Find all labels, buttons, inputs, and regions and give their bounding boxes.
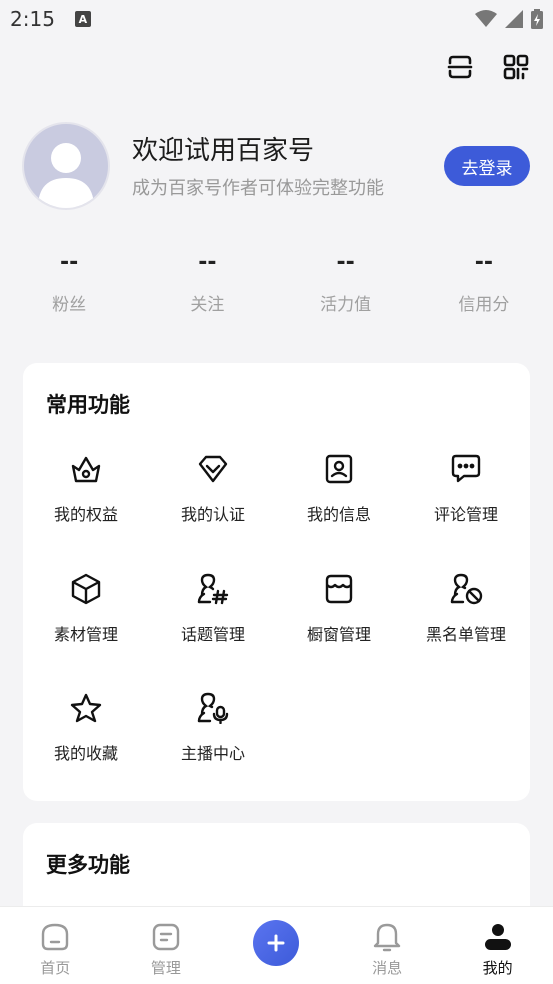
nav-mine[interactable]: 我的 <box>442 907 553 984</box>
welcome-title: 欢迎试用百家号 <box>132 136 315 166</box>
comment-icon <box>448 451 484 487</box>
function-comment-manage[interactable]: 评论管理 <box>403 451 529 541</box>
status-indicators <box>475 9 543 29</box>
status-time: 2:15 <box>10 7 55 31</box>
function-label: 话题管理 <box>180 625 245 644</box>
cube-icon <box>68 571 104 607</box>
signal-icon <box>505 10 523 28</box>
scan-icon[interactable] <box>445 52 475 82</box>
welcome-subtitle: 成为百家号作者可体验完整功能 <box>132 178 384 199</box>
function-label: 我的权益 <box>53 505 118 524</box>
user-icon <box>482 921 514 953</box>
star-icon <box>68 690 104 726</box>
nav-publish[interactable] <box>221 907 332 984</box>
nav-label: 管理 <box>150 959 181 977</box>
nav-label: 首页 <box>40 959 71 977</box>
battery-icon <box>531 9 543 29</box>
shop-icon <box>321 571 357 607</box>
avatar[interactable] <box>22 122 110 210</box>
function-label: 我的信息 <box>306 505 371 524</box>
function-blacklist-manage[interactable]: 黑名单管理 <box>403 571 529 661</box>
function-my-rights[interactable]: 我的权益 <box>23 451 149 541</box>
stat-label: 活力值 <box>320 295 372 315</box>
function-topic-manage[interactable]: 话题管理 <box>150 571 276 661</box>
notification-icon: A <box>74 11 91 27</box>
function-material-manage[interactable]: 素材管理 <box>23 571 149 661</box>
stat-fans[interactable]: -- 粉丝 <box>0 250 138 315</box>
stat-value: -- <box>336 250 355 275</box>
stat-value: -- <box>59 250 79 275</box>
top-actions <box>445 52 531 82</box>
stats-row: -- 粉丝 -- 关注 -- 活力值 -- 信用分 <box>0 250 553 315</box>
function-anchor-center[interactable]: 主播中心 <box>150 690 276 780</box>
profile-header: 欢迎试用百家号 成为百家号作者可体验完整功能 去登录 <box>22 122 532 210</box>
stat-value: -- <box>198 250 217 275</box>
stat-credit[interactable]: -- 信用分 <box>415 250 553 315</box>
nav-label: 我的 <box>482 959 513 977</box>
profile-card-icon <box>321 451 357 487</box>
stat-following[interactable]: -- 关注 <box>138 250 276 315</box>
nav-manage[interactable]: 管理 <box>111 907 222 984</box>
function-my-verification[interactable]: 我的认证 <box>150 451 276 541</box>
function-label: 我的收藏 <box>53 744 118 763</box>
function-my-favorites[interactable]: 我的收藏 <box>23 690 149 780</box>
status-bar: 2:15 A <box>0 0 553 38</box>
function-label: 素材管理 <box>53 625 118 644</box>
nav-home[interactable]: 首页 <box>0 907 111 984</box>
stat-label: 粉丝 <box>52 295 87 315</box>
login-button[interactable]: 去登录 <box>444 146 530 186</box>
bell-icon <box>371 921 403 953</box>
common-functions-card: 常用功能 我的权益 我的认证 我的信息 评论管理 素材管理 话题管理 橱窗管理 … <box>23 363 530 801</box>
home-icon <box>39 921 71 953</box>
function-label: 我的认证 <box>180 505 245 524</box>
anchor-icon <box>195 690 231 726</box>
function-my-info[interactable]: 我的信息 <box>276 451 402 541</box>
verify-icon <box>195 451 231 487</box>
stat-vitality[interactable]: -- 活力值 <box>277 250 415 315</box>
function-label: 黑名单管理 <box>425 625 506 644</box>
bottom-nav: 首页 管理 消息 我的 <box>0 906 553 984</box>
section-title: 常用功能 <box>46 393 130 417</box>
crown-icon <box>68 451 104 487</box>
wifi-icon <box>475 10 497 27</box>
nav-messages[interactable]: 消息 <box>332 907 443 984</box>
stat-value: -- <box>474 250 493 275</box>
function-label: 主播中心 <box>180 744 245 763</box>
manage-icon <box>150 921 182 953</box>
stat-label: 信用分 <box>458 295 510 315</box>
function-label: 橱窗管理 <box>306 625 371 644</box>
stat-label: 关注 <box>190 295 225 315</box>
plus-icon <box>253 920 300 966</box>
function-label: 评论管理 <box>433 505 498 524</box>
section-title: 更多功能 <box>46 853 130 877</box>
block-user-icon <box>448 571 484 607</box>
nav-label: 消息 <box>372 959 403 977</box>
function-showcase-manage[interactable]: 橱窗管理 <box>276 571 402 661</box>
qrcode-icon[interactable] <box>501 52 531 82</box>
topic-icon <box>195 571 231 607</box>
